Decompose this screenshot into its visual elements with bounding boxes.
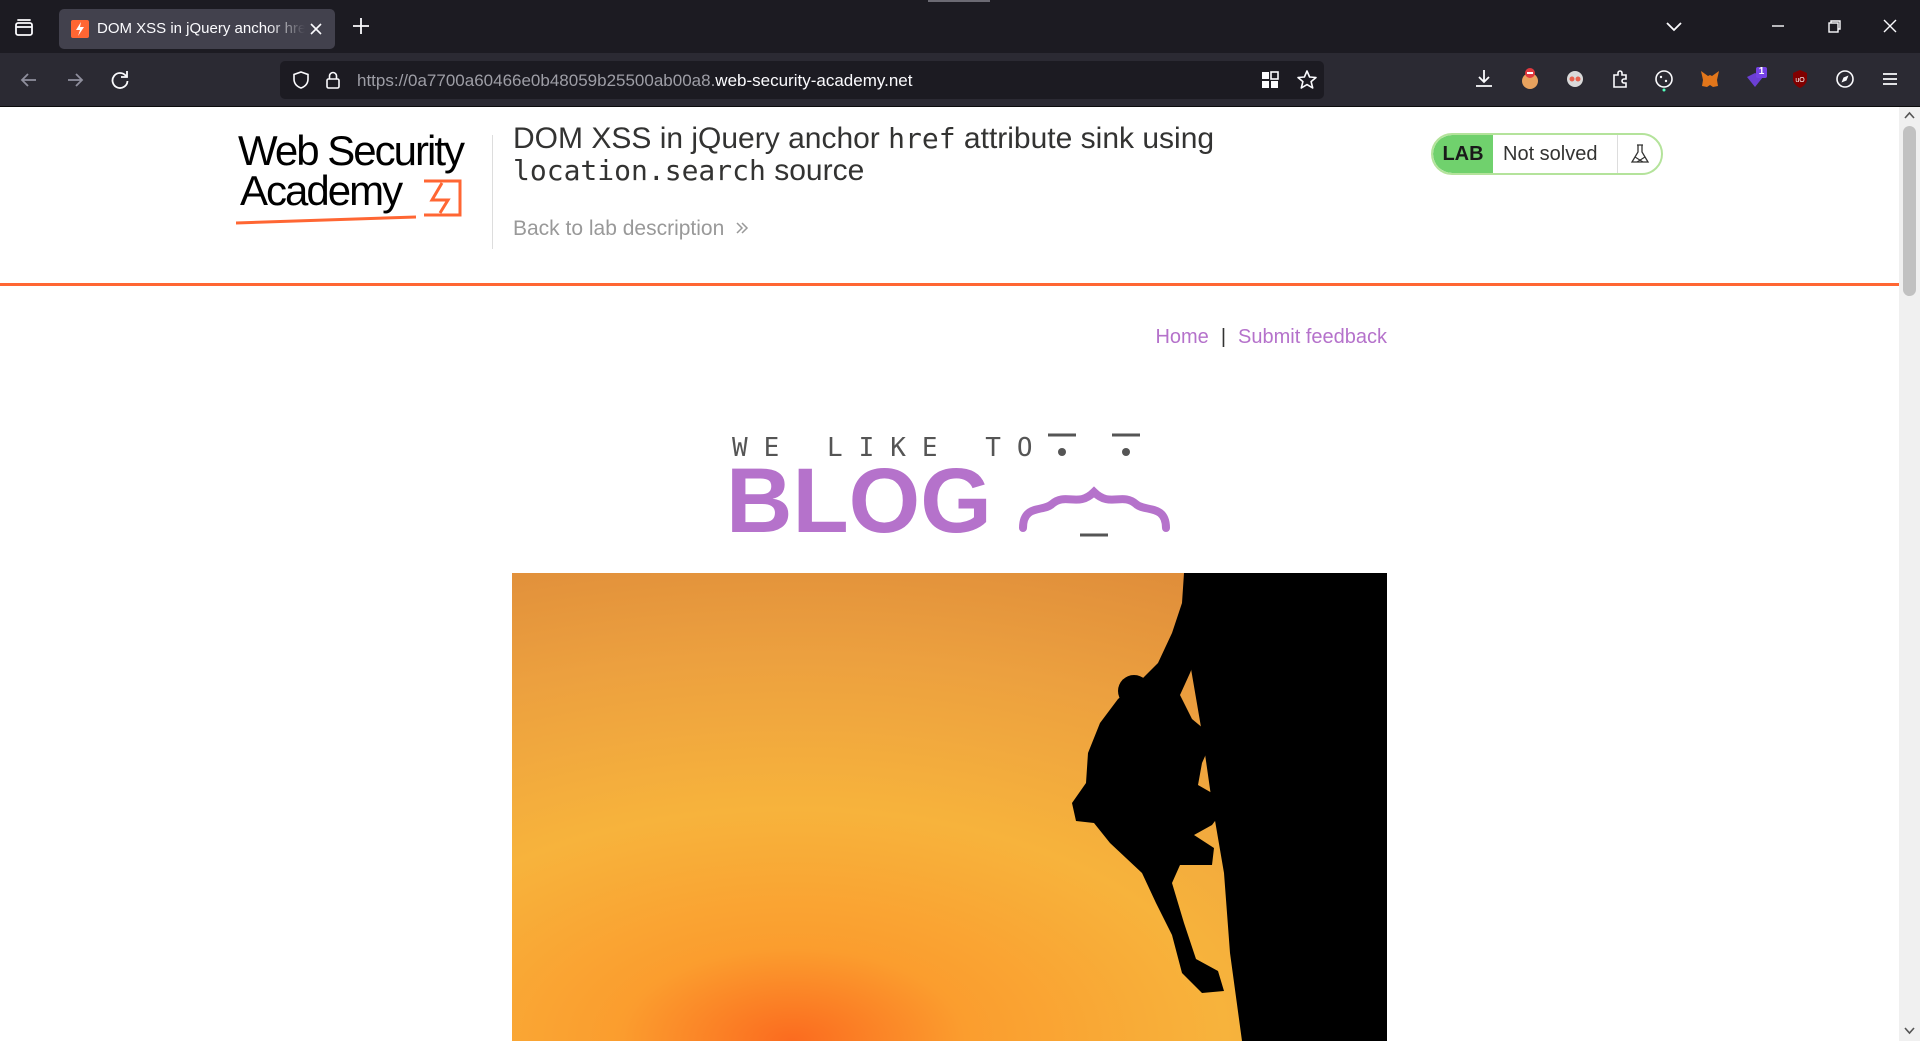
tab-title: DOM XSS in jQuery anchor href attribute … [97, 20, 305, 37]
tracking-shield-icon[interactable] [290, 69, 312, 91]
lab-title-text-3: source [774, 154, 865, 187]
page-content: Web Security Academy DOM XSS in jQuery a… [0, 107, 1899, 1041]
menu-icon[interactable] [1876, 65, 1904, 93]
lab-badge: LAB [1433, 135, 1493, 173]
forward-arrow-icon[interactable] [62, 67, 88, 93]
lab-status-text: Not solved [1503, 143, 1598, 165]
home-link[interactable]: Home [1155, 326, 1208, 348]
browser-tab-bar: DOM XSS in jQuery anchor href attribute … [0, 0, 1920, 53]
ublock-origin-icon[interactable]: uO [1786, 65, 1814, 93]
submit-feedback-link[interactable]: Submit feedback [1238, 326, 1387, 348]
list-all-tabs-chevron-icon[interactable] [1662, 14, 1686, 38]
bookmark-star-icon[interactable] [1295, 68, 1319, 92]
scroll-down-arrow-icon[interactable] [1903, 1024, 1916, 1037]
web-security-academy-favicon-icon [71, 20, 89, 38]
ghostery-icon[interactable] [1561, 65, 1589, 93]
scroll-up-arrow-icon[interactable] [1903, 109, 1916, 122]
double-chevron-right-icon [736, 222, 749, 234]
page-scrollbar[interactable] [1899, 107, 1920, 1041]
url-prefix: https://0a7700a60466e0b48059b25500ab00a8… [357, 71, 716, 90]
new-tab-plus-icon[interactable] [348, 13, 374, 39]
svg-text:uO: uO [1795, 77, 1805, 84]
back-link-label: Back to lab description [513, 217, 725, 240]
flask-icon [1630, 144, 1650, 163]
banner-line2: BLOG [726, 450, 992, 538]
reload-icon[interactable] [107, 67, 133, 93]
nav-separator: | [1220, 326, 1227, 348]
url-text[interactable]: https://0a7700a60466e0b48059b25500ab00a8… [357, 71, 912, 91]
url-domain: web-security-academy.net [715, 71, 913, 90]
metamask-fox-icon[interactable] [1696, 65, 1724, 93]
window-minimize-icon[interactable] [1766, 14, 1790, 38]
window-drag-handle[interactable] [928, 0, 990, 2]
window-restore-icon[interactable] [1822, 14, 1846, 38]
we-like-to-blog-banner: WE LIKE TO BLOG [726, 433, 1170, 538]
lab-title-text-2: attribute sink using [963, 122, 1215, 155]
blog-hero-image-climber [512, 573, 1387, 1041]
scrollbar-thumb[interactable] [1903, 126, 1916, 296]
extensions-puzzle-icon[interactable] [1606, 65, 1634, 93]
academy-header: Web Security Academy DOM XSS in jQuery a… [0, 107, 1899, 286]
extension-badge-count: 1 [1758, 66, 1765, 77]
logo-line2: Academy [240, 167, 403, 214]
lab-title-code-href: href [888, 122, 956, 155]
lab-title-text-1: DOM XSS in jQuery anchor [513, 122, 880, 155]
lab-title: DOM XSS in jQuery anchor href attribute … [513, 123, 1273, 187]
cookie-icon[interactable] [1650, 65, 1678, 93]
compass-icon[interactable] [1831, 65, 1859, 93]
top-nav-links: Home | Submit feedback [1155, 326, 1387, 349]
header-divider [492, 135, 493, 249]
ublock-like-icon[interactable] [1516, 65, 1544, 93]
tab-overview-icon[interactable] [10, 14, 38, 42]
web-security-academy-logo[interactable]: Web Security Academy [236, 131, 486, 231]
tab-close-icon[interactable] [307, 20, 325, 38]
back-arrow-icon[interactable] [16, 67, 42, 93]
lab-status-widget: LAB Not solved [1431, 133, 1663, 175]
window-close-icon[interactable] [1878, 14, 1902, 38]
lab-title-code-location-search: location.search [513, 154, 766, 187]
back-to-lab-description-link[interactable]: Back to lab description [513, 217, 750, 241]
browser-nav-bar: https://0a7700a60466e0b48059b25500ab00a8… [0, 53, 1920, 107]
lab-status-flask [1617, 135, 1661, 173]
qr-code-icon[interactable] [1259, 69, 1281, 91]
address-bar[interactable]: https://0a7700a60466e0b48059b25500ab00a8… [280, 61, 1324, 99]
active-tab[interactable]: DOM XSS in jQuery anchor href attribute … [59, 9, 335, 49]
download-icon[interactable] [1470, 65, 1498, 93]
lock-icon[interactable] [322, 69, 344, 91]
